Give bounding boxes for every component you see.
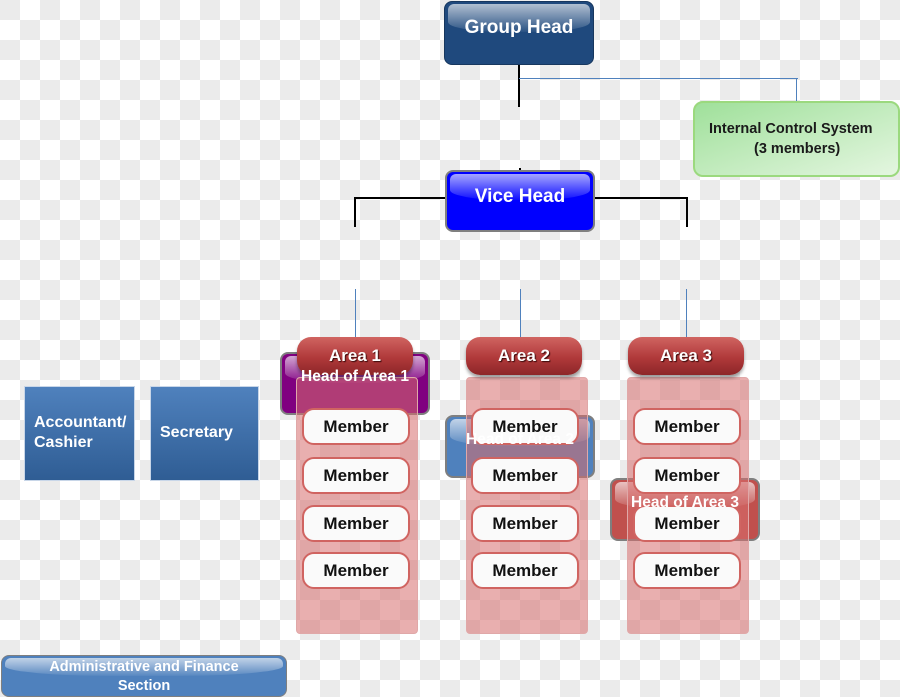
area-1-label: Area 1 [329, 346, 381, 365]
member-card[interactable]: Member [302, 505, 410, 542]
internal-control-count: (3 members) [754, 141, 841, 157]
area-2-label: Area 2 [498, 346, 550, 365]
member-label: Member [654, 465, 720, 485]
head-of-area-1-label: Head of Area 1 [301, 367, 409, 385]
member-label: Member [654, 560, 720, 580]
connector-bus-area3 [686, 197, 688, 227]
admin-finance-section-node[interactable]: Administrative and Finance Section [1, 655, 287, 697]
member-card[interactable]: Member [302, 408, 410, 445]
area-3-header[interactable]: Area 3 [628, 337, 744, 375]
connector-group-to-ics-v [796, 78, 797, 102]
connector-group-to-ics-h [519, 78, 798, 79]
head-of-area-3-label: Head of Area 3 [631, 493, 739, 511]
member-label: Member [654, 416, 720, 436]
vice-head-label: Vice Head [474, 186, 566, 207]
accountant-cashier-node[interactable]: Accountant/ Cashier [24, 386, 135, 481]
member-label: Member [323, 465, 389, 485]
cashier-label: Cashier [34, 433, 93, 451]
member-card[interactable]: Member [633, 552, 741, 589]
member-card[interactable]: Member [302, 457, 410, 494]
member-label: Member [492, 513, 558, 533]
member-label: Member [323, 416, 389, 436]
secretary-node[interactable]: Secretary [150, 386, 259, 481]
connector-head3-area3 [686, 289, 687, 338]
member-card[interactable]: Member [302, 552, 410, 589]
member-card[interactable]: Member [471, 505, 579, 542]
connector-head1-area1 [355, 289, 356, 338]
connector-bus-area1 [354, 197, 356, 227]
group-head-node[interactable]: Group Head [444, 1, 594, 65]
admin-section-label-line1: Administrative and Finance [49, 658, 239, 675]
member-label: Member [323, 513, 389, 533]
head-of-area-2-label: Head of Area 2 [466, 430, 574, 448]
member-label: Member [654, 513, 720, 533]
member-label: Member [492, 465, 558, 485]
internal-control-label: Internal Control System [709, 121, 873, 137]
member-card[interactable]: Member [633, 408, 741, 445]
member-label: Member [323, 560, 389, 580]
vice-head-node[interactable]: Vice Head [445, 170, 595, 232]
member-label: Member [492, 560, 558, 580]
member-card[interactable]: Member [471, 457, 579, 494]
internal-control-node[interactable]: Internal Control System (3 members) [693, 101, 900, 177]
member-card[interactable]: Member [471, 552, 579, 589]
group-head-label: Group Head [464, 17, 574, 38]
admin-section-label-line2: Section [117, 677, 171, 694]
connector-group-to-vice [518, 65, 520, 107]
member-card[interactable]: Member [633, 457, 741, 494]
accountant-label: Accountant/ [34, 413, 127, 431]
connector-head2-area2 [520, 289, 521, 338]
area-3-label: Area 3 [660, 346, 712, 365]
secretary-label: Secretary [160, 423, 233, 441]
area-2-header[interactable]: Area 2 [466, 337, 582, 375]
